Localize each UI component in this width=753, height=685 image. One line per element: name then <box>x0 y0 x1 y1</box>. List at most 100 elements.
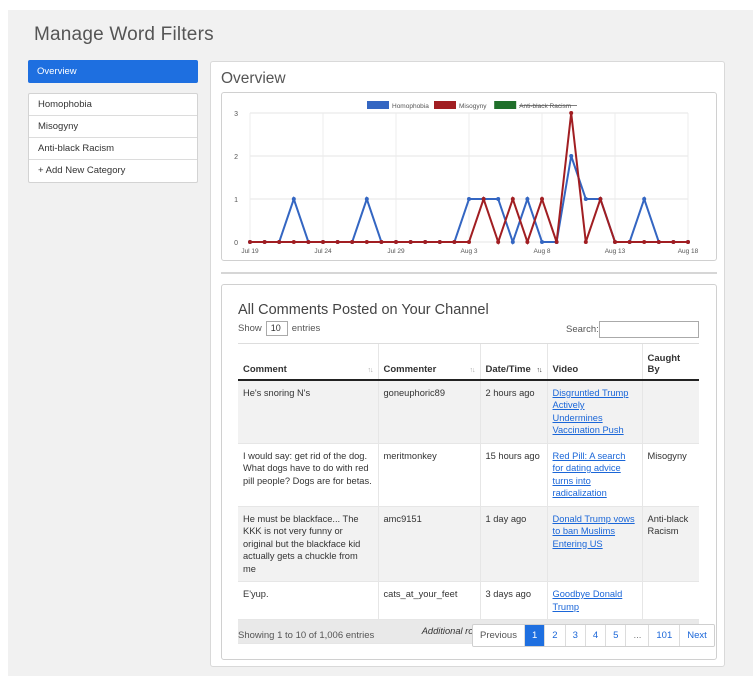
pagination: Previous 1 2 3 4 5 ... 101 Next <box>472 624 715 647</box>
column-label: Caught By <box>647 352 681 375</box>
add-category-button[interactable]: + Add New Category <box>29 160 197 182</box>
pagination-page-2[interactable]: 2 <box>544 625 565 646</box>
data-point <box>583 240 588 244</box>
x-tick-label: Jul 29 <box>387 248 405 255</box>
main-panel: Overview 0 1 2 3 Jul 19 Jul 24 Jul 29 Aug 3 Aug … <box>210 61 725 667</box>
data-point <box>364 197 369 201</box>
datetime-cell: 1 day ago <box>479 506 547 582</box>
data-point <box>408 240 413 244</box>
data-point <box>335 240 340 244</box>
video-link[interactable]: Donald Trump vows to ban Muslims Enterin… <box>553 514 635 549</box>
column-header-commenter[interactable]: Commenter ↑↓ <box>377 343 480 381</box>
data-point <box>510 240 515 244</box>
pagination-page-3[interactable]: 3 <box>564 625 585 646</box>
data-point <box>598 197 603 201</box>
chart-container: 0 1 2 3 Jul 19 Jul 24 Jul 29 Aug 3 Aug 8 Aug 13 Au… <box>221 92 717 261</box>
pagination-previous[interactable]: Previous <box>473 625 524 646</box>
data-point <box>291 240 296 244</box>
datetime-cell: 2 hours ago <box>479 379 547 444</box>
pagination-page-4[interactable]: 4 <box>584 625 606 646</box>
category-list: Homophobia Misogyny Anti-black Racism + … <box>28 93 198 183</box>
sidebar-item-anti-black-racism[interactable]: Anti-black Racism <box>29 138 197 160</box>
comments-section: All Comments Posted on Your Channel Show… <box>221 284 717 660</box>
pagination-page-1[interactable]: 1 <box>523 625 545 646</box>
data-point <box>656 240 661 244</box>
page-title: Manage Word Filters <box>34 24 214 45</box>
data-point <box>540 240 544 244</box>
column-header-caught-by[interactable]: Caught By <box>641 343 699 381</box>
sidebar-item-overview[interactable]: Overview <box>28 60 198 83</box>
pagination-page-5[interactable]: 5 <box>605 625 626 646</box>
data-point <box>496 197 501 201</box>
comment-cell: He's snoring N's <box>238 379 378 444</box>
column-label: Date/Time <box>485 363 531 375</box>
sidebar-item-misogyny[interactable]: Misogyny <box>29 116 197 138</box>
video-cell: Red Pill: A search for dating advice tur… <box>546 443 642 507</box>
table-row: He must be blackface... The KKK is not v… <box>238 506 699 582</box>
sidebar: Overview Homophobia Misogyny Anti-black … <box>28 60 198 183</box>
pagination-next[interactable]: Next <box>679 625 714 646</box>
x-tick-label: Jul 24 <box>314 248 332 255</box>
x-tick-label: Aug 13 <box>605 248 626 255</box>
entries-length-control: Show 10 entries <box>238 321 320 336</box>
data-point <box>686 240 690 244</box>
data-point <box>423 240 428 244</box>
legend-label: Homophobia <box>392 103 429 110</box>
column-label: Comment <box>243 363 287 375</box>
filter-hits-chart: 0 1 2 3 Jul 19 Jul 24 Jul 29 Aug 3 Aug 8 Aug 13 Au… <box>234 101 699 255</box>
sidebar-item-homophobia[interactable]: Homophobia <box>29 94 197 116</box>
legend-label: Misogyny <box>459 103 487 110</box>
x-tick-label: Aug 3 <box>461 248 478 255</box>
data-point <box>569 154 574 158</box>
table-info: Showing 1 to 10 of 1,006 entries <box>238 630 375 641</box>
commenter-cell: amc9151 <box>377 506 480 582</box>
data-point <box>613 240 617 244</box>
pagination-page-101[interactable]: 101 <box>648 625 680 646</box>
search-input[interactable] <box>599 321 699 338</box>
table-row: He's snoring N's goneuphoric89 2 hours a… <box>238 379 699 444</box>
data-point <box>291 197 296 201</box>
data-point <box>452 240 457 244</box>
video-link[interactable]: Disgruntled Trump Actively Undermines Va… <box>553 388 629 436</box>
data-point <box>481 197 486 201</box>
column-header-video[interactable]: Video <box>546 343 642 381</box>
caught-by-cell <box>641 379 699 444</box>
data-point <box>525 240 530 244</box>
entries-select[interactable]: 10 <box>265 321 288 336</box>
data-point <box>467 197 471 201</box>
data-point <box>583 197 588 201</box>
data-point <box>364 240 369 244</box>
comments-title: All Comments Posted on Your Channel <box>238 302 489 318</box>
data-point <box>627 240 632 244</box>
datetime-cell: 3 days ago <box>479 581 547 620</box>
data-point <box>306 240 311 244</box>
video-cell: Goodbye Donald Trump <box>546 581 642 620</box>
commenter-cell: cats_at_your_feet <box>377 581 480 620</box>
entries-label: entries <box>291 323 321 334</box>
data-point <box>437 240 442 244</box>
show-label: Show <box>238 323 262 334</box>
comment-cell: He must be blackface... The KKK is not v… <box>238 506 378 582</box>
sort-icon: ↑↓ <box>469 366 476 374</box>
column-header-comment[interactable]: Comment ↑↓ <box>238 343 378 381</box>
column-label: Video <box>552 363 579 375</box>
data-point <box>496 240 501 244</box>
pagination-ellipsis: ... <box>625 625 649 646</box>
data-point <box>569 111 574 115</box>
datetime-cell: 15 hours ago <box>479 443 547 507</box>
sort-desc-icon: ↑↓ <box>536 366 543 374</box>
x-tick-label: Aug 8 <box>534 248 551 255</box>
section-divider <box>221 272 717 274</box>
column-header-datetime[interactable]: Date/Time ↑↓ <box>479 343 547 381</box>
video-link[interactable]: Goodbye Donald Trump <box>553 589 623 612</box>
video-cell: Donald Trump vows to ban Muslims Enterin… <box>546 506 642 582</box>
data-point <box>394 240 398 244</box>
caught-by-cell: Anti-black Racism <box>641 506 699 582</box>
legend-label: Anti-black Racism <box>519 103 571 110</box>
commenter-cell: goneuphoric89 <box>377 379 480 444</box>
table-row: I would say: get rid of the dog. What do… <box>238 443 699 507</box>
comment-cell: E'yup. <box>238 581 378 620</box>
overview-title: Overview <box>221 70 286 87</box>
data-point <box>525 197 530 201</box>
video-link[interactable]: Red Pill: A search for dating advice tur… <box>553 451 626 499</box>
